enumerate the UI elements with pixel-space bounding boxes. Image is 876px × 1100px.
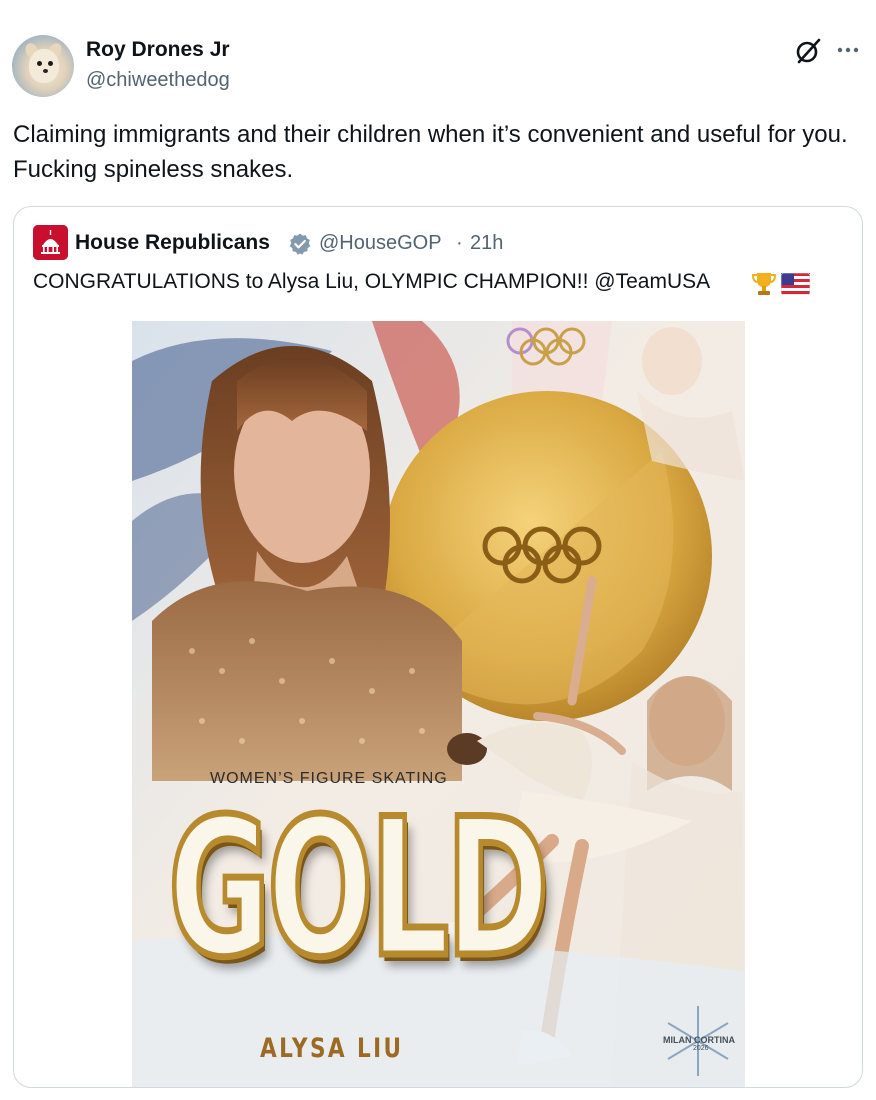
separator-dot: · <box>456 232 463 254</box>
quoted-tweet-text: CONGRATULATIONS to Alysa Liu, OLYMPIC CH… <box>33 270 711 293</box>
quoted-media-image[interactable]: WOMEN’S FIGURE SKATING GOLD ALYSA LIU MI… <box>132 321 745 1087</box>
author-display-name[interactable]: Roy Drones Jr <box>86 37 230 63</box>
author-handle[interactable]: @chiweethedog <box>86 67 230 93</box>
poster-headline: GOLD <box>166 778 552 999</box>
poster-year-text: 2026 <box>693 1045 709 1052</box>
us-flag-emoji-icon <box>781 273 810 295</box>
avatar-dog-head <box>29 49 59 83</box>
poster-athlete-name: ALYSA LIU <box>260 1033 404 1064</box>
quoted-handle[interactable]: @HouseGOP <box>319 229 442 257</box>
author-avatar[interactable] <box>12 35 74 97</box>
avatar-eye-right <box>48 61 53 66</box>
quoted-display-name[interactable]: House Republicans <box>75 229 270 257</box>
house-gop-avatar[interactable] <box>33 225 68 260</box>
avatar-nose <box>43 69 48 73</box>
tweet: Roy Drones Jr @chiweethedog Claiming imm… <box>0 0 876 1100</box>
tweet-text: Claiming immigrants and their children w… <box>13 121 848 183</box>
more-icon[interactable] <box>834 38 862 62</box>
avatar-eye-left <box>37 61 42 66</box>
quoted-timestamp[interactable]: 21h <box>470 229 503 257</box>
capitol-logo-icon <box>33 225 68 260</box>
trophy-emoji-icon <box>751 273 777 295</box>
verified-badge-icon <box>289 233 311 255</box>
grok-icon[interactable] <box>793 36 823 66</box>
poster-brand-text: MILAN CORTINA <box>663 1035 735 1045</box>
quoted-tweet-card[interactable]: House Republicans @HouseGOP · 21h CONGRA… <box>13 206 863 1088</box>
